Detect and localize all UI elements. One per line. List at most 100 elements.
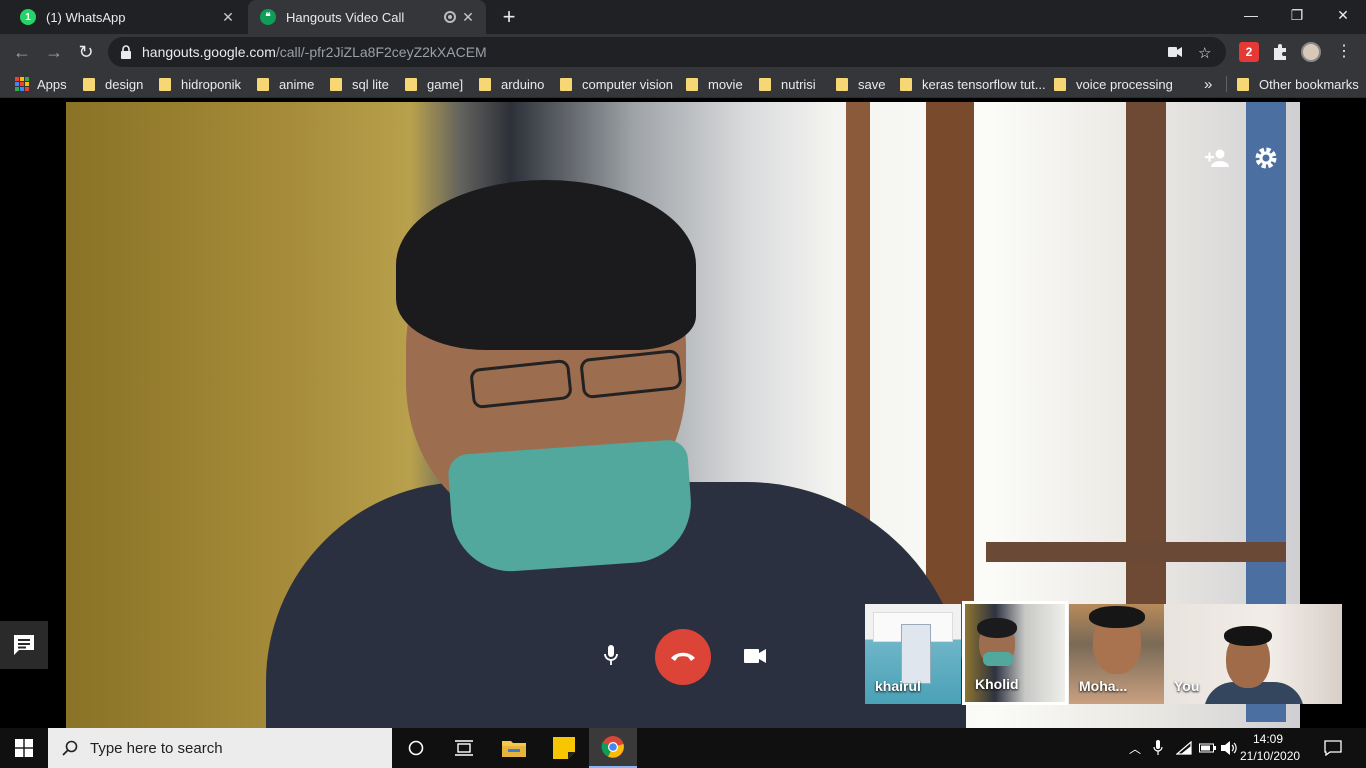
file-explorer-button[interactable]: [490, 728, 538, 768]
window-sill: [986, 542, 1286, 562]
bookmark-folder[interactable]: sql lite: [330, 76, 389, 92]
tray-overflow-icon[interactable]: ︿: [1124, 728, 1146, 768]
bookmark-folder[interactable]: game]: [405, 76, 463, 92]
participant-thumbnail[interactable]: Moha...: [1069, 604, 1165, 704]
tab-strip: 1 (1) WhatsApp ✕ ❝ Hangouts Video Call ✕…: [0, 0, 1366, 34]
search-icon: [62, 740, 78, 756]
tab-hangouts[interactable]: ❝ Hangouts Video Call ✕: [248, 0, 486, 34]
url-host: hangouts.google.com: [142, 44, 276, 60]
battery-icon[interactable]: [1196, 728, 1220, 768]
folder-icon: [502, 741, 526, 757]
apps-grid-icon: [15, 77, 29, 91]
participant-hair: [1089, 606, 1145, 628]
folder-icon: [83, 77, 95, 91]
participant-name: khairul: [875, 678, 921, 694]
minimize-button[interactable]: —: [1228, 0, 1274, 30]
close-icon[interactable]: ✕: [460, 9, 476, 25]
folder-icon: [560, 77, 572, 91]
bookmark-folder[interactable]: nutrisi: [759, 76, 816, 92]
bookmark-folder[interactable]: keras tensorflow tut...: [900, 76, 1046, 92]
start-button[interactable]: [0, 728, 48, 768]
bookmark-folder[interactable]: hidroponik: [159, 76, 241, 92]
phone-hangup-icon: [671, 652, 695, 661]
window-frame: [926, 102, 974, 662]
bookmark-overflow-button[interactable]: »: [1204, 76, 1212, 93]
chat-icon: [14, 635, 34, 655]
bookmark-folder[interactable]: anime: [257, 76, 314, 92]
folder-icon: [479, 77, 491, 91]
folder-icon: [836, 77, 848, 91]
menu-icon[interactable]: ⋮: [1334, 42, 1354, 62]
tab-title: Hangouts Video Call: [286, 9, 405, 25]
url-path: /call/-pfr2JiZLa8F2ceyZ2kXACEM: [275, 44, 487, 60]
cortana-button[interactable]: [392, 728, 440, 768]
puzzle-icon[interactable]: [1270, 42, 1290, 62]
sticky-notes-button[interactable]: [540, 728, 588, 768]
participant-hair: [1224, 626, 1272, 646]
bookmarks-bar: Apps design hidroponik anime sql lite ga…: [0, 70, 1366, 98]
avatar[interactable]: [1301, 42, 1321, 62]
restore-button[interactable]: ❐: [1274, 0, 1320, 30]
tab-whatsapp[interactable]: 1 (1) WhatsApp ✕: [8, 0, 246, 34]
bookmark-folder[interactable]: computer vision: [560, 76, 673, 92]
add-person-icon[interactable]: [1204, 144, 1232, 172]
recording-icon: [444, 11, 456, 23]
bookmark-folder[interactable]: save: [836, 76, 885, 92]
folder-icon: [759, 77, 771, 91]
microphone-icon: [604, 645, 618, 665]
task-view-button[interactable]: [440, 728, 488, 768]
folder-icon: [405, 77, 417, 91]
volume-icon[interactable]: [1218, 728, 1242, 768]
microphone-tray-icon[interactable]: [1148, 728, 1168, 768]
chat-button[interactable]: [0, 621, 48, 669]
close-icon[interactable]: ✕: [220, 9, 236, 25]
hang-up-button[interactable]: [655, 629, 711, 685]
back-button[interactable]: ←: [8, 38, 36, 66]
participant-thumbnail[interactable]: Kholid: [962, 601, 1068, 705]
microphone-button[interactable]: [588, 632, 634, 678]
sticky-notes-icon: [553, 737, 575, 759]
cortana-icon: [408, 740, 424, 756]
wifi-icon[interactable]: [1172, 728, 1196, 768]
folder-icon: [330, 77, 342, 91]
bookmark-other[interactable]: Other bookmarks: [1237, 76, 1359, 92]
notifications-button[interactable]: [1318, 728, 1348, 768]
bookmark-folder[interactable]: movie: [686, 76, 743, 92]
face-mask: [983, 652, 1013, 666]
clock-time: 14:09: [1252, 732, 1284, 746]
camera-icon[interactable]: [1168, 46, 1182, 58]
hangouts-icon: ❝: [260, 9, 276, 25]
chrome-taskbar-button[interactable]: [589, 728, 637, 768]
gear-icon[interactable]: [1252, 144, 1280, 172]
address-bar[interactable]: hangouts.google.com /call/-pfr2JiZLa8F2c…: [108, 37, 1226, 67]
participant-thumbnail[interactable]: khairul: [865, 604, 961, 704]
bookmark-folder[interactable]: arduino: [479, 76, 544, 92]
chrome-icon: [601, 736, 624, 758]
face-mask: [447, 438, 695, 576]
taskbar-clock[interactable]: 14:09 21/10/2020: [1240, 731, 1300, 765]
notification-icon: [1324, 740, 1342, 756]
windows-logo-icon: [15, 739, 33, 757]
participant-hair: [977, 618, 1017, 638]
folder-icon: [1237, 77, 1249, 91]
folder-icon: [257, 77, 269, 91]
forward-button[interactable]: →: [40, 38, 68, 66]
extension-icon[interactable]: 2: [1239, 42, 1259, 62]
folder-icon: [1054, 77, 1066, 91]
window-frame: [1126, 102, 1166, 662]
star-icon[interactable]: ☆: [1198, 44, 1211, 62]
camera-toggle-button[interactable]: [731, 632, 779, 680]
bookmark-folder[interactable]: design: [83, 76, 143, 92]
new-tab-button[interactable]: +: [498, 6, 520, 28]
taskbar-search-input[interactable]: Type here to search: [48, 728, 392, 768]
participant-thumbnail[interactable]: You: [1164, 604, 1342, 704]
bookmark-apps[interactable]: Apps: [15, 76, 67, 92]
screen-share-preview: [901, 624, 931, 684]
close-window-button[interactable]: ✕: [1320, 0, 1366, 30]
video-camera-icon: [744, 649, 766, 663]
participant-name: Moha...: [1079, 678, 1128, 694]
participant-name: You: [1174, 678, 1200, 694]
reload-button[interactable]: ↻: [72, 38, 100, 66]
bookmark-folder[interactable]: voice processing: [1054, 76, 1173, 92]
browser-toolbar: ← → ↻ hangouts.google.com /call/-pfr2JiZ…: [0, 34, 1366, 70]
